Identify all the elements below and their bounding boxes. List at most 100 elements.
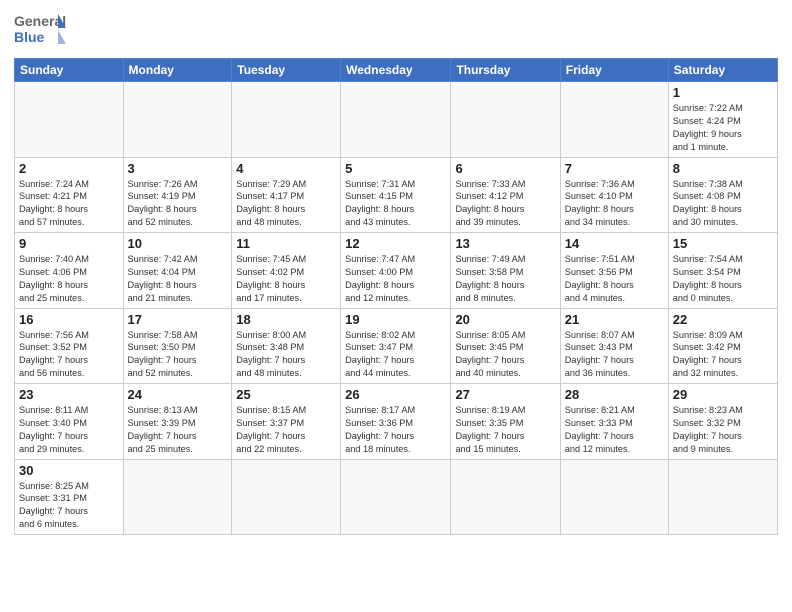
calendar-day-cell: [560, 459, 668, 535]
day-info: Sunrise: 8:15 AM Sunset: 3:37 PM Dayligh…: [236, 404, 336, 456]
day-number: 18: [236, 312, 336, 327]
day-info: Sunrise: 7:31 AM Sunset: 4:15 PM Dayligh…: [345, 178, 446, 230]
calendar-day-cell: 29Sunrise: 8:23 AM Sunset: 3:32 PM Dayli…: [668, 384, 777, 460]
calendar-day-cell: [123, 459, 232, 535]
day-number: 28: [565, 387, 664, 402]
day-number: 17: [128, 312, 228, 327]
day-info: Sunrise: 7:49 AM Sunset: 3:58 PM Dayligh…: [455, 253, 555, 305]
day-info: Sunrise: 7:24 AM Sunset: 4:21 PM Dayligh…: [19, 178, 119, 230]
calendar-day-cell: 16 Sunrise: 7:56 AM Sunset: 3:52 PM Dayli…: [15, 308, 124, 384]
day-info: Sunrise: 7:38 AM Sunset: 4:08 PM Dayligh…: [673, 178, 773, 230]
day-number: 9: [19, 236, 119, 251]
calendar-day-cell: 15 Sunrise: 7:54 AM Sunset: 3:54 PM Dayli…: [668, 233, 777, 309]
day-number: 1: [673, 85, 773, 100]
calendar-day-cell: [123, 82, 232, 158]
day-number: 8: [673, 161, 773, 176]
calendar-week-row: 16 Sunrise: 7:56 AM Sunset: 3:52 PM Dayli…: [15, 308, 778, 384]
calendar-day-cell: 25Sunrise: 8:15 AM Sunset: 3:37 PM Dayli…: [232, 384, 341, 460]
day-number: 27: [455, 387, 555, 402]
day-number: 11: [236, 236, 336, 251]
calendar-day-cell: 6 Sunrise: 7:33 AM Sunset: 4:12 PM Daylig…: [451, 157, 560, 233]
calendar-day-cell: 13Sunrise: 7:49 AM Sunset: 3:58 PM Dayli…: [451, 233, 560, 309]
day-info: Sunrise: 7:29 AM Sunset: 4:17 PM Dayligh…: [236, 178, 336, 230]
day-info: Sunrise: 7:56 AM Sunset: 3:52 PM Dayligh…: [19, 329, 119, 381]
calendar-header-wednesday: Wednesday: [341, 59, 451, 82]
calendar-header-tuesday: Tuesday: [232, 59, 341, 82]
day-number: 6: [455, 161, 555, 176]
day-info: Sunrise: 7:54 AM Sunset: 3:54 PM Dayligh…: [673, 253, 773, 305]
page: General Blue SundayMondayTuesdayWednesda…: [0, 0, 792, 541]
day-info: Sunrise: 7:45 AM Sunset: 4:02 PM Dayligh…: [236, 253, 336, 305]
calendar-day-cell: 24 Sunrise: 8:13 AM Sunset: 3:39 PM Dayli…: [123, 384, 232, 460]
day-info: Sunrise: 7:58 AM Sunset: 3:50 PM Dayligh…: [128, 329, 228, 381]
day-info: Sunrise: 8:07 AM Sunset: 3:43 PM Dayligh…: [565, 329, 664, 381]
day-number: 26: [345, 387, 446, 402]
day-info: Sunrise: 7:51 AM Sunset: 3:56 PM Dayligh…: [565, 253, 664, 305]
calendar-day-cell: 11 Sunrise: 7:45 AM Sunset: 4:02 PM Dayli…: [232, 233, 341, 309]
calendar-day-cell: [341, 82, 451, 158]
calendar-header-friday: Friday: [560, 59, 668, 82]
calendar-day-cell: 20 Sunrise: 8:05 AM Sunset: 3:45 PM Dayli…: [451, 308, 560, 384]
calendar-header-thursday: Thursday: [451, 59, 560, 82]
calendar-day-cell: 1 Sunrise: 7:22 AM Sunset: 4:24 PM Daylig…: [668, 82, 777, 158]
day-number: 24: [128, 387, 228, 402]
day-number: 23: [19, 387, 119, 402]
calendar-day-cell: 5 Sunrise: 7:31 AM Sunset: 4:15 PM Daylig…: [341, 157, 451, 233]
day-info: Sunrise: 7:26 AM Sunset: 4:19 PM Dayligh…: [128, 178, 228, 230]
day-number: 30: [19, 463, 119, 478]
day-info: Sunrise: 8:05 AM Sunset: 3:45 PM Dayligh…: [455, 329, 555, 381]
day-number: 4: [236, 161, 336, 176]
day-info: Sunrise: 8:19 AM Sunset: 3:35 PM Dayligh…: [455, 404, 555, 456]
day-number: 2: [19, 161, 119, 176]
calendar-day-cell: 12Sunrise: 7:47 AM Sunset: 4:00 PM Dayli…: [341, 233, 451, 309]
day-info: Sunrise: 7:42 AM Sunset: 4:04 PM Dayligh…: [128, 253, 228, 305]
calendar-table: SundayMondayTuesdayWednesdayThursdayFrid…: [14, 58, 778, 535]
calendar-day-cell: [232, 82, 341, 158]
calendar-week-row: 23 Sunrise: 8:11 AM Sunset: 3:40 PM Dayli…: [15, 384, 778, 460]
day-number: 14: [565, 236, 664, 251]
day-number: 5: [345, 161, 446, 176]
calendar-day-cell: 27 Sunrise: 8:19 AM Sunset: 3:35 PM Dayli…: [451, 384, 560, 460]
header: General Blue: [14, 10, 778, 52]
day-info: Sunrise: 8:02 AM Sunset: 3:47 PM Dayligh…: [345, 329, 446, 381]
day-number: 21: [565, 312, 664, 327]
generalblue-logo-icon: General Blue: [14, 10, 66, 52]
calendar-day-cell: 2 Sunrise: 7:24 AM Sunset: 4:21 PM Daylig…: [15, 157, 124, 233]
calendar-day-cell: 10 Sunrise: 7:42 AM Sunset: 4:04 PM Dayli…: [123, 233, 232, 309]
logo: General Blue: [14, 10, 66, 52]
calendar-header-sunday: Sunday: [15, 59, 124, 82]
calendar-day-cell: 21 Sunrise: 8:07 AM Sunset: 3:43 PM Dayli…: [560, 308, 668, 384]
day-number: 10: [128, 236, 228, 251]
calendar-day-cell: 22Sunrise: 8:09 AM Sunset: 3:42 PM Dayli…: [668, 308, 777, 384]
calendar-day-cell: 14 Sunrise: 7:51 AM Sunset: 3:56 PM Dayli…: [560, 233, 668, 309]
calendar-day-cell: [451, 459, 560, 535]
calendar-day-cell: 30Sunrise: 8:25 AM Sunset: 3:31 PM Dayli…: [15, 459, 124, 535]
calendar-day-cell: [668, 459, 777, 535]
day-number: 7: [565, 161, 664, 176]
calendar-week-row: 30Sunrise: 8:25 AM Sunset: 3:31 PM Dayli…: [15, 459, 778, 535]
calendar-day-cell: [451, 82, 560, 158]
day-number: 29: [673, 387, 773, 402]
day-number: 20: [455, 312, 555, 327]
day-info: Sunrise: 7:47 AM Sunset: 4:00 PM Dayligh…: [345, 253, 446, 305]
day-number: 15: [673, 236, 773, 251]
calendar-day-cell: [560, 82, 668, 158]
day-info: Sunrise: 7:22 AM Sunset: 4:24 PM Dayligh…: [673, 102, 773, 154]
calendar-day-cell: [15, 82, 124, 158]
calendar-day-cell: [341, 459, 451, 535]
day-number: 16: [19, 312, 119, 327]
calendar-header-saturday: Saturday: [668, 59, 777, 82]
day-info: Sunrise: 8:13 AM Sunset: 3:39 PM Dayligh…: [128, 404, 228, 456]
day-info: Sunrise: 8:11 AM Sunset: 3:40 PM Dayligh…: [19, 404, 119, 456]
day-info: Sunrise: 8:21 AM Sunset: 3:33 PM Dayligh…: [565, 404, 664, 456]
calendar-day-cell: 28 Sunrise: 8:21 AM Sunset: 3:33 PM Dayli…: [560, 384, 668, 460]
day-info: Sunrise: 7:33 AM Sunset: 4:12 PM Dayligh…: [455, 178, 555, 230]
calendar-day-cell: 8 Sunrise: 7:38 AM Sunset: 4:08 PM Daylig…: [668, 157, 777, 233]
calendar-header-monday: Monday: [123, 59, 232, 82]
calendar-day-cell: 4 Sunrise: 7:29 AM Sunset: 4:17 PM Daylig…: [232, 157, 341, 233]
day-info: Sunrise: 8:09 AM Sunset: 3:42 PM Dayligh…: [673, 329, 773, 381]
calendar-day-cell: 7 Sunrise: 7:36 AM Sunset: 4:10 PM Daylig…: [560, 157, 668, 233]
calendar-day-cell: 19Sunrise: 8:02 AM Sunset: 3:47 PM Dayli…: [341, 308, 451, 384]
day-info: Sunrise: 8:17 AM Sunset: 3:36 PM Dayligh…: [345, 404, 446, 456]
day-info: Sunrise: 7:36 AM Sunset: 4:10 PM Dayligh…: [565, 178, 664, 230]
